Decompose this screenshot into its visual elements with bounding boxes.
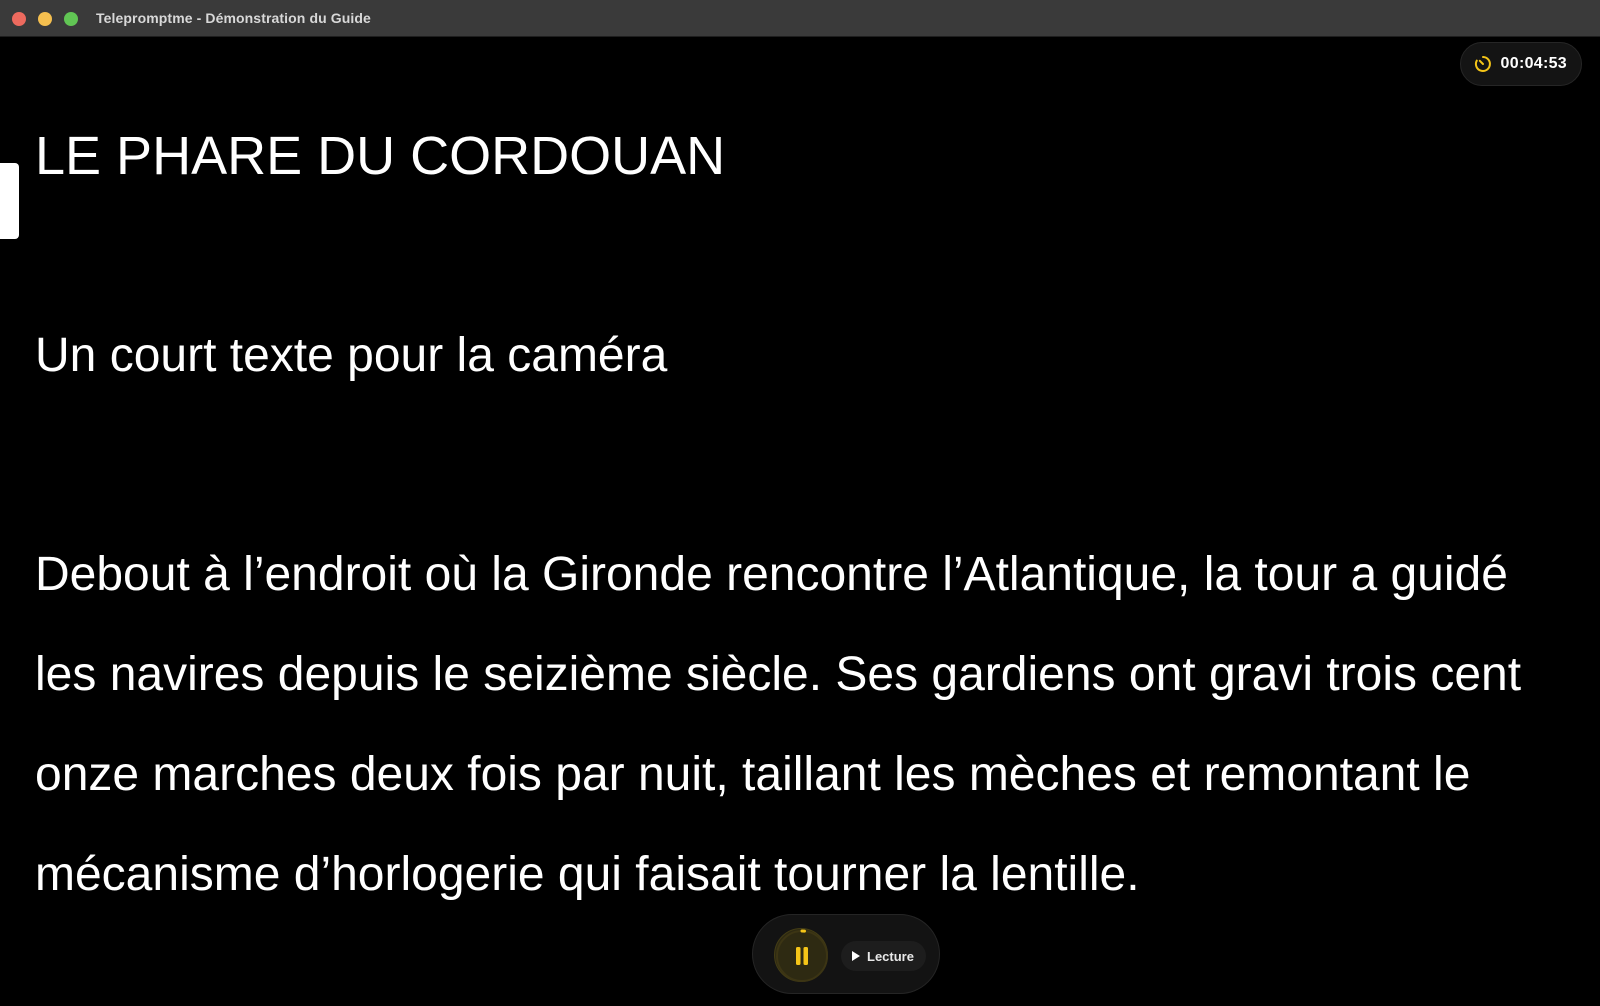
title-bar: Telepromptme - Démonstration du Guide xyxy=(0,0,1600,37)
elapsed-timer: 00:04:53 xyxy=(1459,42,1582,86)
pause-button[interactable] xyxy=(774,928,828,982)
scroll-position-marker[interactable] xyxy=(0,163,19,239)
pause-icon xyxy=(776,929,828,982)
playback-controls: Lecture xyxy=(752,914,940,994)
timer-icon xyxy=(1474,56,1491,72)
teleprompter-window: Telepromptme - Démonstration du Guide 00… xyxy=(0,0,1600,1006)
close-window-button[interactable] xyxy=(12,12,26,26)
play-mode-button[interactable]: Lecture xyxy=(841,941,926,971)
script-line: Debout à l’endroit où la Gironde rencont… xyxy=(35,548,1508,601)
script-subtitle: Un court texte pour la caméra xyxy=(35,329,668,382)
script-line: les navires depuis le seizième siècle. S… xyxy=(35,648,1522,701)
window-title: Telepromptme - Démonstration du Guide xyxy=(96,10,371,26)
play-mode-label: Lecture xyxy=(867,948,914,964)
script-body: Debout à l’endroit où la Gironde rencont… xyxy=(35,525,1521,925)
zoom-window-button[interactable] xyxy=(64,12,78,26)
minimize-window-button[interactable] xyxy=(38,12,52,26)
play-icon xyxy=(852,951,860,961)
timer-value: 00:04:53 xyxy=(1500,55,1567,72)
script-line: mécanisme d’horlogerie qui faisait tourn… xyxy=(35,848,1140,901)
script-title: LE PHARE DU CORDOUAN xyxy=(35,126,726,186)
script-line: onze marches deux fois par nuit, taillan… xyxy=(35,748,1471,801)
